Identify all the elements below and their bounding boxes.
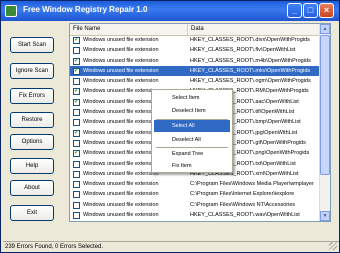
- row-checkbox[interactable]: [73, 201, 80, 209]
- maximize-button[interactable]: □: [303, 3, 318, 18]
- fix-errors-button[interactable]: Fix Errors: [10, 88, 54, 104]
- row-file-name: Windows unused file extension: [83, 191, 159, 198]
- row-file-name: Windows unused file extension: [83, 201, 159, 208]
- app-window: Free Window Registry Repair 1.0 _ □ × St…: [0, 0, 340, 253]
- row-checkbox[interactable]: ✓: [73, 129, 80, 137]
- row-checkbox[interactable]: ✓: [73, 98, 80, 106]
- row-checkbox[interactable]: ✓: [73, 150, 80, 158]
- table-row[interactable]: ✓ Windows unused file extension HKEY_CLASS…: [70, 56, 320, 66]
- row-data: HKEY_CLASSES_ROOT\.ogm\OpenWithProgids: [190, 78, 311, 85]
- menu-select-all[interactable]: Select All: [154, 120, 230, 132]
- help-button[interactable]: Help: [10, 158, 54, 174]
- table-row[interactable]: Windows unused file extension HKEY_CLASSE…: [70, 45, 320, 55]
- row-checkbox[interactable]: [73, 78, 80, 86]
- status-bar: 239 Errors Found, 0 Errors Selected.: [3, 241, 339, 253]
- row-checkbox[interactable]: ✓: [73, 57, 80, 65]
- table-row[interactable]: Windows unused file extension C:\Program …: [70, 200, 320, 210]
- minimize-button[interactable]: _: [287, 3, 302, 18]
- table-row[interactable]: ✓ Windows unused file extension HKEY_CLASS…: [70, 65, 320, 77]
- scroll-down-icon[interactable]: ▼: [320, 211, 330, 221]
- row-file-name: Windows unused file extension: [83, 220, 183, 221]
- vertical-scrollbar[interactable]: ▲ ▼: [319, 24, 330, 221]
- row-checkbox[interactable]: [73, 170, 80, 178]
- resize-grip-icon[interactable]: [329, 242, 337, 250]
- row-file-name: Windows unused file extension: [83, 67, 159, 74]
- row-checkbox[interactable]: [73, 160, 80, 168]
- row-file-name: Windows unused file extension: [83, 47, 159, 54]
- column-header-data[interactable]: Data: [188, 24, 320, 35]
- table-row[interactable]: ✓ Windows unused file extension HKEY_CLASS…: [70, 35, 320, 45]
- row-checkbox[interactable]: [73, 191, 80, 199]
- row-data: C:\Program Files\Windows Media\Codecs: [190, 220, 318, 221]
- scroll-up-icon[interactable]: ▲: [320, 24, 330, 34]
- row-file-name: Windows unused file extension: [83, 78, 159, 85]
- about-button[interactable]: About: [10, 180, 54, 196]
- row-data: HKEY_CLASSES_ROOT\.m4b\OpenWithProgids: [190, 57, 311, 64]
- row-data: C:\Program Files\Windows Media Player\wm…: [190, 181, 314, 188]
- row-checkbox[interactable]: ✓: [73, 67, 80, 75]
- close-button[interactable]: ×: [319, 3, 334, 18]
- row-data: HKEY_CLASSES_ROOT\.divx\OpenWithProgids: [190, 37, 310, 43]
- menu-deselect-all[interactable]: Deselect All: [154, 134, 230, 146]
- menu-select-item[interactable]: Select Item: [154, 92, 230, 104]
- row-data: C:\Program Files\Windows NT\Accessories: [190, 201, 296, 208]
- menu-expand-tree[interactable]: Expand Tree: [154, 148, 230, 160]
- row-checkbox[interactable]: [73, 109, 80, 117]
- row-file-name: Windows unused file extension: [83, 212, 159, 219]
- row-checkbox[interactable]: [73, 119, 80, 127]
- row-file-name: Windows unused file extension: [83, 37, 159, 43]
- context-menu: Select Item Deselect Item Select All Des…: [151, 89, 233, 173]
- menu-deselect-item[interactable]: Deselect Item: [154, 105, 230, 117]
- exit-button[interactable]: Exit: [10, 205, 54, 221]
- row-data: C:\Program Files\Internet Explorer\iexpl…: [190, 191, 295, 198]
- table-row[interactable]: Windows unused file extension C:\Program …: [70, 220, 320, 221]
- row-checkbox[interactable]: [73, 181, 80, 189]
- menu-fix-item[interactable]: Fix Item: [154, 160, 230, 172]
- row-checkbox[interactable]: [73, 139, 80, 147]
- title-bar[interactable]: Free Window Registry Repair 1.0 _ □ ×: [1, 1, 339, 21]
- row-data: HKEY_CLASSES_ROOT\.wav\OpenWithList: [190, 212, 300, 219]
- row-checkbox[interactable]: ✓: [73, 37, 80, 44]
- scroll-thumb[interactable]: [320, 35, 330, 175]
- options-button[interactable]: Options: [10, 134, 54, 150]
- table-row[interactable]: Windows unused file extension C:\Program …: [70, 189, 320, 199]
- app-icon: [5, 5, 17, 17]
- table-row[interactable]: Windows unused file extension C:\Program …: [70, 179, 320, 189]
- row-data: HKEY_CLASSES_ROOT\.mkv\OpenWithProgids: [190, 67, 311, 74]
- column-header-file-name[interactable]: File Name: [70, 24, 188, 35]
- row-file-name: Windows unused file extension: [83, 57, 159, 64]
- window-title: Free Window Registry Repair 1.0: [23, 5, 148, 14]
- table-row[interactable]: Windows unused file extension HKEY_CLASSE…: [70, 76, 320, 86]
- restore-button[interactable]: Restore: [10, 112, 54, 128]
- row-data: HKEY_CLASSES_ROOT\.flv\OpenWithList: [190, 47, 296, 54]
- start-scan-button[interactable]: Start Scan: [10, 37, 54, 53]
- ignore-scan-button[interactable]: Ignore Scan: [10, 63, 54, 79]
- row-checkbox[interactable]: ✓: [73, 88, 80, 96]
- row-checkbox[interactable]: [73, 47, 80, 55]
- row-file-name: Windows unused file extension: [83, 181, 159, 188]
- row-checkbox[interactable]: [73, 212, 80, 220]
- table-row[interactable]: Windows unused file extension HKEY_CLASSE…: [70, 210, 320, 220]
